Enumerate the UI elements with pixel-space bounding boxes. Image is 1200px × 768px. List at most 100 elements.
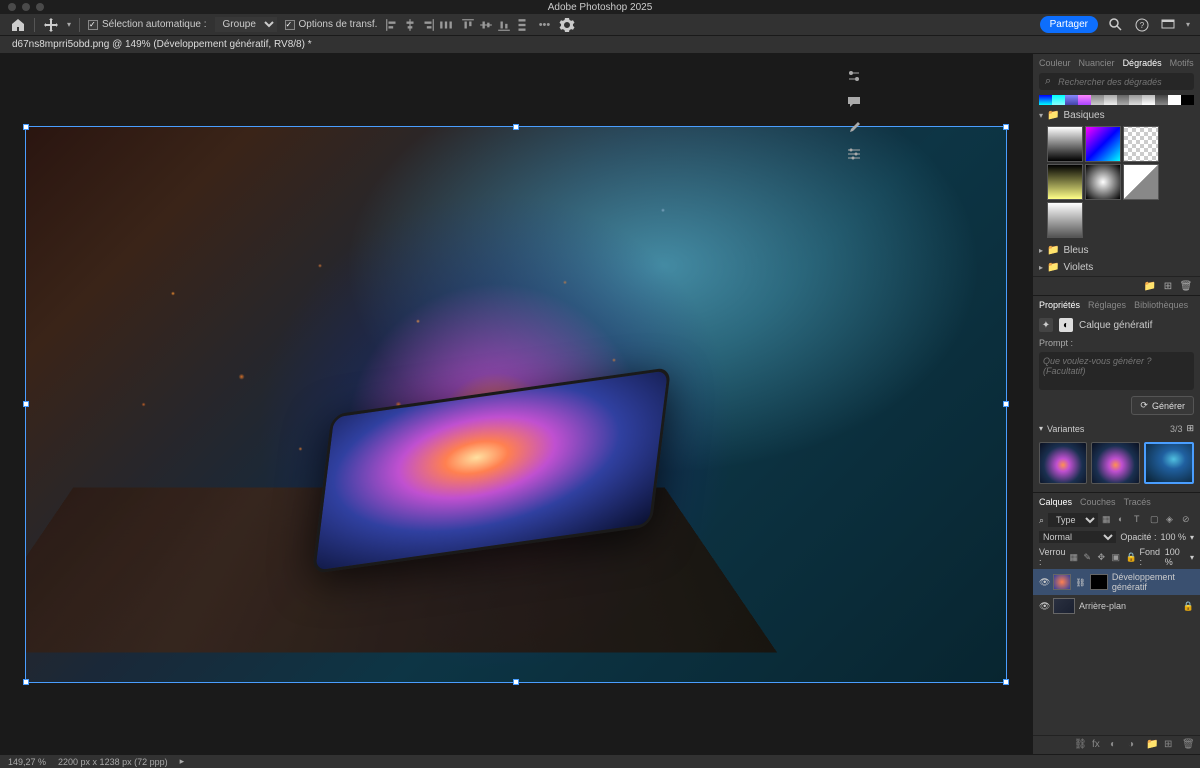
layer-row[interactable]: 👁 ⛓ Développement génératif [1033, 569, 1200, 595]
layer-thumb[interactable] [1053, 574, 1071, 590]
distribute-v-icon[interactable] [515, 18, 529, 32]
generate-button[interactable]: ⟳ Générer [1131, 396, 1194, 415]
lock-all-icon[interactable]: 🔒 [1126, 552, 1136, 562]
workspace-icon[interactable] [1160, 17, 1176, 33]
lock-position-icon[interactable]: ✥ [1098, 552, 1108, 562]
auto-select-checkbox[interactable]: Sélection automatique : [88, 19, 207, 30]
blend-mode-select[interactable]: Normal [1039, 531, 1116, 543]
maximize-window-icon[interactable] [36, 3, 44, 11]
zoom-level[interactable]: 149,27 % [8, 757, 46, 767]
layer-name[interactable]: Développement génératif [1112, 572, 1194, 592]
gradient-swatch[interactable] [1047, 202, 1083, 238]
prompt-input[interactable] [1043, 356, 1190, 386]
variant-thumb[interactable] [1039, 442, 1087, 484]
variant-thumb[interactable] [1091, 442, 1139, 484]
layer-row[interactable]: 👁 Arrière-plan 🔒 [1033, 595, 1200, 617]
gradient-swatch[interactable] [1123, 164, 1159, 200]
close-window-icon[interactable] [8, 3, 16, 11]
align-right-icon[interactable] [421, 18, 435, 32]
new-item-icon[interactable]: ⊞ [1162, 280, 1174, 292]
settings-icon[interactable] [846, 146, 862, 162]
fx-icon[interactable]: fx [1092, 739, 1104, 751]
tab-proprietes[interactable]: Propriétés [1039, 300, 1080, 310]
gradient-swatch[interactable] [1047, 164, 1083, 200]
lock-icon[interactable]: 🔒 [1183, 601, 1194, 612]
gradient-search-input[interactable] [1058, 77, 1188, 87]
search-icon[interactable] [1108, 17, 1124, 33]
align-hcenter-icon[interactable] [403, 18, 417, 32]
more-options-icon[interactable]: ••• [537, 18, 551, 32]
align-left-icon[interactable] [385, 18, 399, 32]
gear-icon[interactable] [559, 17, 575, 33]
checkbox-icon[interactable] [285, 20, 295, 30]
variants-header[interactable]: ▾ Variantes 3/3 ⊞ [1033, 419, 1200, 438]
tab-reglages[interactable]: Réglages [1088, 300, 1126, 310]
link-layers-icon[interactable]: ⛓ [1074, 739, 1086, 751]
gradient-swatch[interactable] [1085, 126, 1121, 162]
tab-nuancier[interactable]: Nuancier [1079, 58, 1115, 68]
filter-text-icon[interactable]: T [1134, 514, 1146, 526]
filter-shape-icon[interactable]: ▢ [1150, 514, 1162, 526]
align-bottom-icon[interactable] [497, 18, 511, 32]
filter-adjust-icon[interactable]: ◐ [1118, 514, 1130, 526]
visibility-icon[interactable]: 👁 [1039, 577, 1049, 588]
filter-smart-icon[interactable]: ◈ [1166, 514, 1178, 526]
new-layer-icon[interactable]: ⊞ [1164, 739, 1176, 751]
grid-view-icon[interactable]: ⊞ [1186, 423, 1194, 434]
trash-icon[interactable]: 🗑 [1182, 739, 1194, 751]
share-button[interactable]: Partager [1040, 16, 1098, 33]
lock-paint-icon[interactable]: ✎ [1084, 552, 1094, 562]
move-tool-icon[interactable] [43, 17, 59, 33]
link-icon[interactable]: ⛓ [1075, 578, 1085, 587]
fill-value[interactable]: 100 % [1165, 547, 1186, 567]
adjustment-icon[interactable]: ◑ [1128, 739, 1140, 751]
layer-name[interactable]: Arrière-plan [1079, 601, 1126, 611]
filter-toggle-icon[interactable]: ⊘ [1182, 514, 1194, 526]
document-tab[interactable]: d67ns8mprri5obd.png @ 149% (Développemen… [12, 39, 312, 50]
canvas-selection[interactable] [26, 127, 1006, 682]
gradient-preset-strip[interactable] [1039, 95, 1194, 105]
prompt-box[interactable] [1039, 352, 1194, 390]
gradient-search[interactable]: ⌕ [1039, 73, 1194, 90]
opacity-value[interactable]: 100 % [1160, 532, 1186, 542]
minimize-window-icon[interactable] [22, 3, 30, 11]
visibility-icon[interactable]: 👁 [1039, 601, 1049, 612]
tab-couches[interactable]: Couches [1080, 497, 1116, 507]
auto-select-mode[interactable]: Groupe [215, 17, 277, 32]
lock-artboard-icon[interactable]: ▣ [1112, 552, 1122, 562]
brush-icon[interactable] [846, 120, 862, 136]
layer-filter-type[interactable]: Type [1048, 513, 1098, 527]
layer-mask-thumb[interactable] [1090, 574, 1108, 590]
mask-icon[interactable]: ◐ [1110, 739, 1122, 751]
adjustments-icon[interactable] [846, 68, 862, 84]
canvas-area[interactable] [0, 54, 1032, 754]
filter-pixel-icon[interactable]: ▦ [1102, 514, 1114, 526]
gradient-swatch[interactable] [1047, 126, 1083, 162]
doc-dimensions[interactable]: 2200 px x 1238 px (72 ppp) [58, 757, 168, 767]
distribute-h-icon[interactable] [439, 18, 453, 32]
gradient-swatch[interactable] [1085, 164, 1121, 200]
tab-bibliotheques[interactable]: Bibliothèques [1134, 300, 1188, 310]
trash-icon[interactable]: 🗑 [1180, 280, 1192, 292]
group-icon[interactable]: 📁 [1146, 739, 1158, 751]
window-controls[interactable] [8, 3, 44, 11]
align-top-icon[interactable] [461, 18, 475, 32]
lock-transparency-icon[interactable]: ▦ [1070, 552, 1080, 562]
tab-motifs[interactable]: Motifs [1170, 58, 1194, 68]
folder-violets[interactable]: ▸ 📁 Violets [1033, 259, 1200, 276]
chevron-down-icon[interactable]: ▾ [1190, 553, 1194, 562]
new-folder-icon[interactable]: 📁 [1144, 280, 1156, 292]
help-icon[interactable]: ? [1134, 17, 1150, 33]
tab-traces[interactable]: Tracés [1124, 497, 1151, 507]
gradient-swatch[interactable] [1123, 126, 1159, 162]
tab-degrades[interactable]: Dégradés [1123, 58, 1162, 68]
folder-basiques[interactable]: ▾ 📁 Basiques [1033, 107, 1200, 124]
checkbox-icon[interactable] [88, 20, 98, 30]
comments-icon[interactable] [846, 94, 862, 110]
chevron-right-icon[interactable]: ▸ [180, 756, 185, 767]
chevron-down-icon[interactable]: ▾ [1190, 533, 1194, 542]
layer-thumb[interactable] [1053, 598, 1075, 614]
variant-thumb-selected[interactable] [1144, 442, 1194, 484]
tab-couleur[interactable]: Couleur [1039, 58, 1071, 68]
chevron-down-icon[interactable]: ▾ [67, 20, 71, 29]
